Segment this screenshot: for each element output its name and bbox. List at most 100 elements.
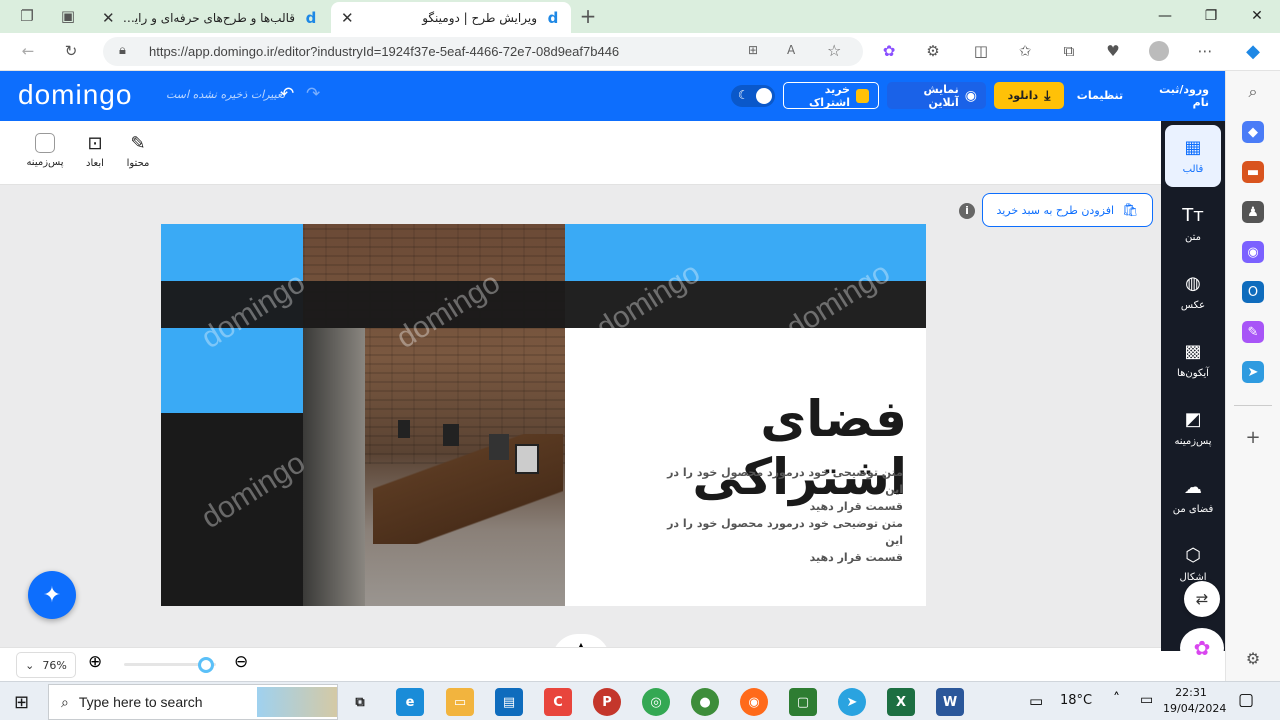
word-icon[interactable]: W bbox=[936, 688, 964, 716]
designer-icon[interactable]: ✎ bbox=[1242, 321, 1264, 343]
store-icon[interactable]: ▤ bbox=[495, 688, 523, 716]
copilot-icon[interactable]: ◆ bbox=[1240, 38, 1266, 64]
weather-temp[interactable]: 18°C bbox=[1060, 693, 1092, 708]
magic-wand-button[interactable]: ✦ bbox=[28, 571, 76, 619]
design-body-text[interactable]: متن توضیحی خود درمورد محصول خود را در ای… bbox=[651, 464, 903, 566]
tool-background[interactable]: ◩ پس‌زمینه bbox=[1165, 397, 1221, 459]
more-menu-icon[interactable]: ⋯ bbox=[1192, 38, 1218, 64]
extensions-icon[interactable]: ⚙ bbox=[920, 38, 946, 64]
subscribe-button[interactable]: خرید اشتراک bbox=[783, 82, 879, 109]
clock-time: 22:31 bbox=[1175, 686, 1207, 699]
read-aloud-icon[interactable]: A bbox=[787, 43, 795, 57]
tool-sidebar: ▦ قالب Tт متن ◍ عکس ▩ آیکون‌ها ◩ پس‌زمین… bbox=[1161, 121, 1225, 651]
favorite-star-icon[interactable]: ☆ bbox=[827, 41, 841, 60]
zoom-slider-handle[interactable] bbox=[198, 657, 214, 673]
restore-button[interactable]: ❐ bbox=[1188, 0, 1234, 32]
app-available-icon[interactable]: ⊞ bbox=[748, 43, 758, 57]
domingo-logo[interactable]: domingo bbox=[18, 79, 132, 111]
weather-icon[interactable]: ▭ bbox=[1029, 692, 1043, 710]
canva-icon[interactable]: C bbox=[544, 688, 572, 716]
workspaces-icon[interactable]: ❐ bbox=[14, 3, 40, 29]
add-to-cart-button[interactable]: 🛍︎ افزودن طرح به سبد خرید bbox=[982, 193, 1153, 227]
browser-tab-editor[interactable]: d ویرایش طرح | دومینگو ✕ bbox=[331, 2, 571, 33]
settings-link[interactable]: تنظیمات bbox=[1070, 82, 1130, 109]
favorites-icon[interactable]: ✩ bbox=[1012, 38, 1038, 64]
zoom-slider[interactable] bbox=[124, 657, 216, 673]
network-icon[interactable]: ▭ bbox=[1140, 692, 1153, 708]
shopping-tag-icon[interactable]: ◆ bbox=[1242, 121, 1264, 143]
m365-icon[interactable]: ◉ bbox=[1242, 241, 1264, 263]
content-button[interactable]: ✎ محتوا bbox=[113, 133, 163, 169]
close-tab-icon[interactable]: ✕ bbox=[102, 9, 115, 27]
notifications-icon[interactable]: ▢ bbox=[1238, 690, 1254, 710]
send-icon[interactable]: ➤ bbox=[1242, 361, 1264, 383]
clock[interactable]: 22:31 19/04/2024 bbox=[1163, 685, 1226, 717]
copilot-extension-icon[interactable]: ✿ bbox=[876, 38, 902, 64]
tool-label: متن bbox=[1185, 231, 1201, 243]
add-icon[interactable]: + bbox=[1242, 426, 1264, 448]
tool-my-space[interactable]: ☁ فضای من bbox=[1165, 465, 1221, 527]
background-button[interactable]: پس‌زمینه bbox=[20, 133, 70, 168]
redo-icon[interactable]: ↷ bbox=[306, 84, 320, 104]
close-window-button[interactable]: ✕ bbox=[1234, 0, 1280, 32]
file-explorer-icon[interactable]: ▭ bbox=[446, 688, 474, 716]
profile-avatar[interactable] bbox=[1146, 38, 1172, 64]
search-icon[interactable]: ⌕ bbox=[1242, 81, 1264, 103]
zoom-in-icon[interactable]: ⊕ bbox=[88, 652, 102, 672]
excel-icon[interactable]: X bbox=[887, 688, 915, 716]
tray-chevron-icon[interactable]: ˄ bbox=[1113, 691, 1120, 707]
outlook-icon[interactable]: O bbox=[1242, 281, 1264, 303]
games-icon[interactable]: ♟ bbox=[1242, 201, 1264, 223]
split-screen-icon[interactable]: ◫ bbox=[968, 38, 994, 64]
login-link[interactable]: ورود/ثبت نام bbox=[1138, 82, 1218, 109]
template-icon: ▦ bbox=[1184, 136, 1202, 158]
new-tab-button[interactable]: + bbox=[575, 3, 601, 29]
monitor bbox=[489, 434, 509, 460]
tool-icons[interactable]: ▩ آیکون‌ها bbox=[1165, 329, 1221, 391]
minimize-button[interactable]: — bbox=[1142, 0, 1188, 32]
tool-template[interactable]: ▦ قالب bbox=[1165, 125, 1221, 187]
address-bar[interactable]: 🔒︎ https://app.domingo.ir/editor?industr… bbox=[103, 37, 863, 66]
firefox-icon[interactable]: ◉ bbox=[740, 688, 768, 716]
notes-app-icon[interactable]: ▢ bbox=[789, 688, 817, 716]
design-canvas[interactable]: فضای اشتراکی متن توضیحی خود درمورد محصول… bbox=[161, 224, 926, 606]
shapes-icon: ⬡ bbox=[1185, 544, 1201, 566]
powerpoint-viewer-icon[interactable]: P bbox=[593, 688, 621, 716]
tab-actions-icon[interactable]: ▣ bbox=[55, 3, 81, 29]
zoom-bar: ⌄ 76% ⊕ ⊖ bbox=[0, 647, 1161, 681]
close-tab-icon[interactable]: ✕ bbox=[341, 9, 354, 27]
chrome-icon[interactable]: ◎ bbox=[642, 688, 670, 716]
download-button[interactable]: ⤓ دانلود bbox=[994, 82, 1064, 109]
edge-icon[interactable]: e bbox=[396, 688, 424, 716]
telegram-icon[interactable]: ➤ bbox=[838, 688, 866, 716]
copilot-brain-icon[interactable]: ✿ bbox=[1180, 628, 1224, 668]
edge-sidebar: ⌕ ◆ ▬ ♟ ◉ O ✎ ➤ + ⚙ bbox=[1225, 71, 1280, 681]
windows-start-icon[interactable]: ⊞ bbox=[14, 692, 29, 713]
performance-icon[interactable]: ♥ bbox=[1100, 38, 1126, 64]
task-view-icon[interactable]: ⧉ bbox=[346, 688, 374, 716]
browser-tab-strip: ❐ ▣ d قالب‌ها و طرح‌های حرفه‌ای و رایگان… bbox=[0, 0, 1280, 33]
browser-tab-templates[interactable]: d قالب‌ها و طرح‌های حرفه‌ای و رایگان ✕ bbox=[92, 2, 329, 33]
network-app-icon[interactable]: ● bbox=[691, 688, 719, 716]
taskbar-search[interactable]: ⌕ Type here to search bbox=[48, 684, 338, 720]
download-label: دانلود bbox=[1007, 89, 1039, 102]
tools-icon[interactable]: ▬ bbox=[1242, 161, 1264, 183]
preview-button[interactable]: ◉ نمایش آنلاین bbox=[887, 82, 986, 109]
grid-icon: ▩ bbox=[1184, 340, 1202, 362]
domingo-icon: d bbox=[305, 8, 317, 27]
search-placeholder: Type here to search bbox=[78, 694, 203, 710]
collections-icon[interactable]: ⧉ bbox=[1056, 38, 1082, 64]
refresh-icon[interactable]: ↻ bbox=[58, 38, 84, 64]
info-icon[interactable]: i bbox=[959, 203, 975, 219]
back-icon[interactable]: ← bbox=[15, 38, 41, 64]
settings-gear-icon[interactable]: ⚙ bbox=[1242, 647, 1264, 669]
zoom-out-icon[interactable]: ⊖ bbox=[234, 652, 248, 672]
side-wall bbox=[303, 328, 365, 606]
translate-icon[interactable]: ⇄ bbox=[1184, 581, 1220, 617]
search-icon: ⌕ bbox=[61, 693, 69, 710]
tool-image[interactable]: ◍ عکس bbox=[1165, 261, 1221, 323]
theme-toggle[interactable]: ☾ bbox=[731, 85, 775, 107]
dimensions-button[interactable]: ⊡ ابعاد bbox=[70, 133, 120, 169]
zoom-select[interactable]: ⌄ 76% bbox=[16, 652, 76, 678]
tool-text[interactable]: Tт متن bbox=[1165, 193, 1221, 255]
